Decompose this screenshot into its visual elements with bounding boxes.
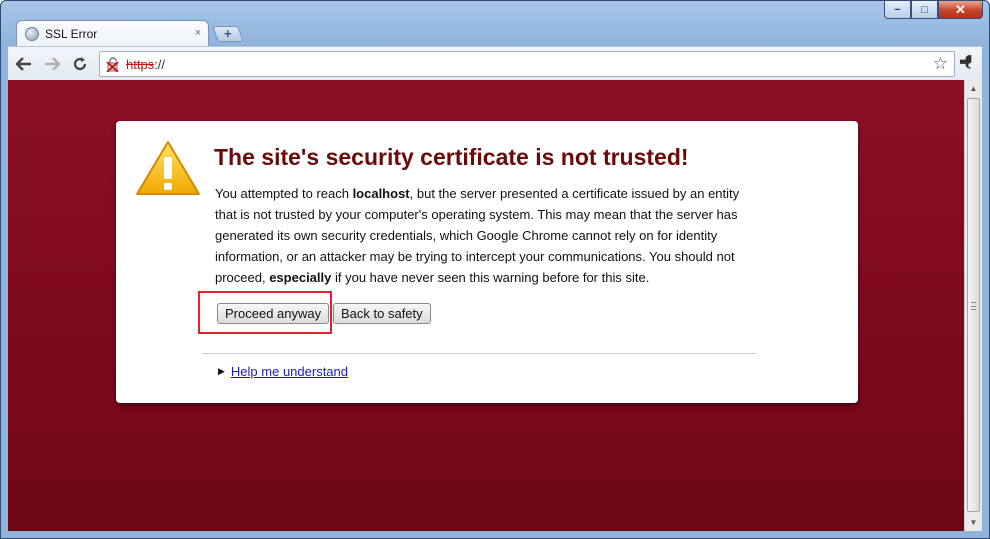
bookmark-star-icon[interactable]: ☆ [933, 54, 948, 74]
description-part-3: if you have never seen this warning befo… [331, 270, 650, 285]
back-arrow-icon[interactable] [13, 53, 35, 75]
browser-toolbar: https:// ☆ [8, 46, 982, 80]
broken-lock-icon[interactable] [106, 57, 120, 73]
url-text: https:// [126, 57, 165, 72]
page-content: The site's security certificate is not t… [8, 80, 964, 531]
host-name: localhost [352, 186, 410, 201]
vertical-scrollbar[interactable]: ▲ ▼ [964, 80, 982, 531]
scroll-down-icon[interactable]: ▼ [965, 514, 982, 531]
window-controls: − □ ✕ [884, 1, 983, 19]
scroll-up-icon[interactable]: ▲ [965, 80, 982, 97]
ssl-warning-card: The site's security certificate is not t… [116, 121, 858, 403]
new-tab-button[interactable]: + [212, 26, 244, 42]
warning-description: You attempted to reach localhost, but th… [215, 183, 760, 288]
url-scheme: https [126, 57, 155, 72]
globe-icon [25, 27, 39, 41]
warning-triangle-icon [136, 141, 200, 195]
emphasis-text: especially [269, 270, 332, 285]
scrollbar-thumb[interactable] [967, 98, 980, 512]
forward-arrow-icon[interactable] [41, 53, 63, 75]
close-window-button[interactable]: ✕ [938, 1, 983, 19]
minimize-button[interactable]: − [884, 1, 911, 19]
address-bar[interactable]: https:// ☆ [99, 51, 955, 77]
url-rest: :// [154, 57, 166, 72]
help-section: ▶ Help me understand [218, 364, 348, 379]
divider [202, 353, 757, 354]
back-to-safety-button[interactable]: Back to safety [333, 303, 431, 324]
maximize-button[interactable]: □ [911, 1, 938, 19]
reload-icon[interactable] [69, 53, 91, 75]
tab-ssl-error[interactable]: SSL Error × [16, 20, 209, 47]
page-title: The site's security certificate is not t… [214, 144, 689, 170]
grip-icon [971, 302, 976, 310]
tab-close-icon[interactable]: × [195, 27, 201, 39]
tab-title: SSL Error [45, 27, 98, 41]
help-me-understand-link[interactable]: Help me understand [231, 364, 348, 379]
proceed-anyway-button[interactable]: Proceed anyway [217, 303, 330, 324]
wrench-icon[interactable] [953, 50, 979, 76]
expand-triangle-icon[interactable]: ▶ [218, 366, 225, 377]
plus-icon: + [224, 26, 232, 41]
description-part-1: You attempted to reach [215, 186, 353, 201]
